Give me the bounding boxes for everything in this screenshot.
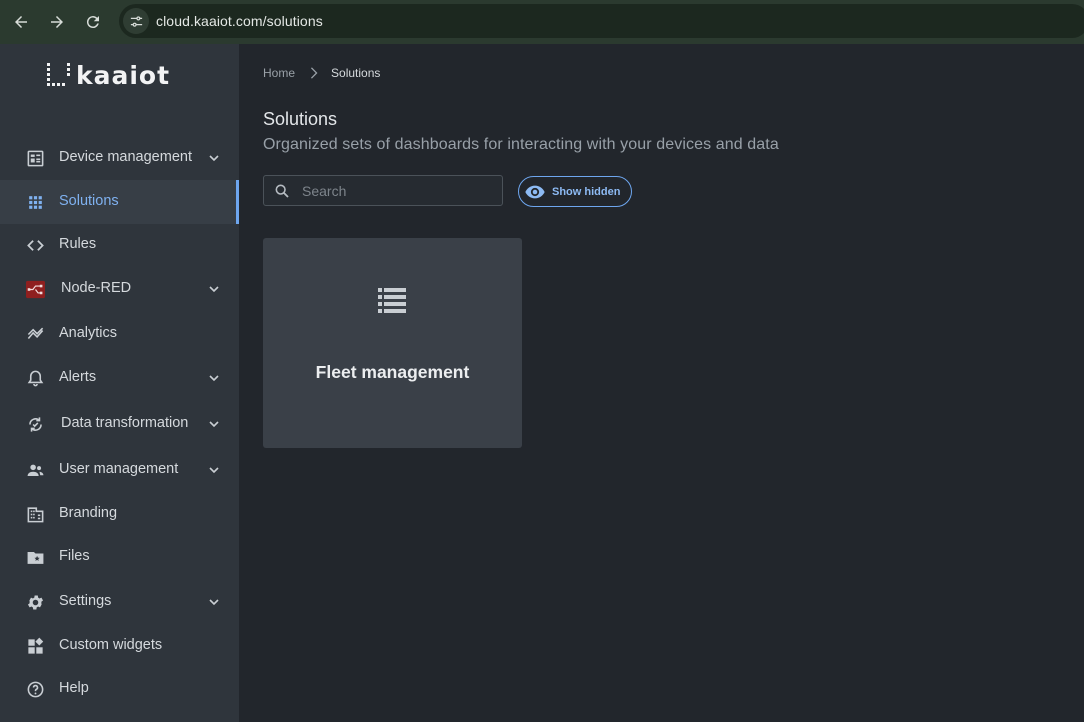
code-icon bbox=[25, 235, 45, 255]
sidebar-item-files[interactable]: Files bbox=[0, 535, 239, 579]
chevron-down-icon[interactable] bbox=[206, 150, 222, 166]
sidebar-item-label: Analytics bbox=[59, 325, 118, 341]
sidebar-item-node-red[interactable]: Node-RED bbox=[0, 267, 239, 311]
reload-icon bbox=[86, 16, 99, 29]
solution-card-title: Fleet management bbox=[315, 362, 470, 382]
sidebar-item-label: Node-RED bbox=[61, 280, 132, 296]
breadcrumb-home-link[interactable]: Home bbox=[263, 66, 295, 80]
browser-toolbar: cloud.kaaiot.com/solutions bbox=[0, 0, 1084, 44]
solution-card-fleet-management[interactable]: Fleet management bbox=[263, 238, 522, 448]
sidebar-item-label: Alerts bbox=[59, 369, 97, 385]
sidebar-item-label: Settings bbox=[59, 593, 112, 609]
help-icon bbox=[25, 679, 45, 699]
sidebar-item-custom-widgets[interactable]: Custom widgets bbox=[0, 624, 239, 668]
device-management-icon bbox=[25, 148, 45, 168]
sidebar-item-alerts[interactable]: Alerts bbox=[0, 356, 239, 400]
building-icon bbox=[25, 504, 45, 524]
logo-text: kaaiot bbox=[76, 60, 171, 90]
grid-icon bbox=[25, 192, 45, 212]
back-button[interactable] bbox=[3, 0, 39, 44]
sidebar-item-help[interactable]: Help bbox=[0, 667, 239, 711]
reload-button[interactable] bbox=[75, 0, 111, 44]
search-icon bbox=[275, 184, 289, 198]
breadcrumb-current: Solutions bbox=[331, 66, 381, 80]
search-field[interactable] bbox=[263, 175, 503, 206]
breadcrumb: Home Solutions bbox=[263, 66, 380, 80]
sidebar-item-analytics[interactable]: Analytics bbox=[0, 312, 239, 356]
users-icon bbox=[25, 460, 45, 480]
kaaiot-logo[interactable]: kaaiot bbox=[46, 60, 170, 90]
sidebar-item-label: Data transformation bbox=[61, 415, 189, 431]
sidebar-item-label: Device management bbox=[59, 149, 192, 165]
chevron-down-icon[interactable] bbox=[206, 416, 222, 432]
kaaiot-logo-mark bbox=[47, 63, 70, 86]
page-title: Solutions bbox=[263, 109, 338, 129]
widgets-icon bbox=[25, 636, 45, 656]
list-icon bbox=[378, 288, 406, 313]
chevron-down-icon[interactable] bbox=[206, 370, 222, 386]
node-red-icon bbox=[24, 279, 46, 299]
chevron-right-icon bbox=[310, 67, 318, 79]
page-subtitle: Organized sets of dashboards for interac… bbox=[263, 136, 779, 153]
sidebar-item-rules[interactable]: Rules bbox=[0, 223, 239, 267]
sidebar-item-label: Solutions bbox=[59, 193, 119, 209]
sidebar-item-label: Custom widgets bbox=[59, 637, 163, 653]
show-hidden-label: Show hidden bbox=[552, 185, 621, 198]
sidebar-item-settings[interactable]: Settings bbox=[0, 580, 239, 624]
sidebar-item-label: Help bbox=[59, 680, 89, 696]
folder-star-icon bbox=[25, 547, 45, 567]
address-bar[interactable]: cloud.kaaiot.com/solutions bbox=[119, 4, 1084, 38]
sidebar-item-label: User management bbox=[59, 461, 179, 477]
sidebar-item-branding[interactable]: Branding bbox=[0, 492, 239, 536]
main-content: Home Solutions Solutions Organized sets … bbox=[239, 44, 1084, 722]
show-hidden-button[interactable]: Show hidden bbox=[518, 176, 632, 207]
forward-button[interactable] bbox=[39, 0, 75, 44]
arrow-right-icon bbox=[51, 16, 63, 28]
sidebar-item-solutions[interactable]: Solutions bbox=[0, 180, 239, 224]
sidebar-item-data-transformation[interactable]: Data transformation bbox=[0, 402, 239, 446]
data-transformation-icon bbox=[25, 414, 45, 434]
chevron-down-icon[interactable] bbox=[206, 594, 222, 610]
sidebar-item-label: Rules bbox=[59, 236, 97, 252]
eye-icon bbox=[525, 185, 545, 198]
arrow-left-icon bbox=[15, 16, 27, 28]
sidebar-item-label: Branding bbox=[59, 505, 118, 521]
chevron-down-icon[interactable] bbox=[206, 462, 222, 478]
bell-icon bbox=[25, 368, 45, 388]
sidebar: kaaiot Device management Solutions Rules… bbox=[0, 44, 239, 722]
sidebar-item-label: Files bbox=[59, 548, 90, 564]
chevron-down-icon[interactable] bbox=[206, 281, 222, 297]
sidebar-item-user-management[interactable]: User management bbox=[0, 448, 239, 492]
search-input[interactable] bbox=[302, 182, 492, 199]
url-text[interactable]: cloud.kaaiot.com/solutions bbox=[156, 13, 323, 29]
site-settings-icon[interactable] bbox=[123, 8, 149, 34]
sidebar-item-device-management[interactable]: Device management bbox=[0, 136, 239, 180]
gear-icon bbox=[25, 592, 45, 612]
analytics-icon bbox=[25, 324, 45, 344]
